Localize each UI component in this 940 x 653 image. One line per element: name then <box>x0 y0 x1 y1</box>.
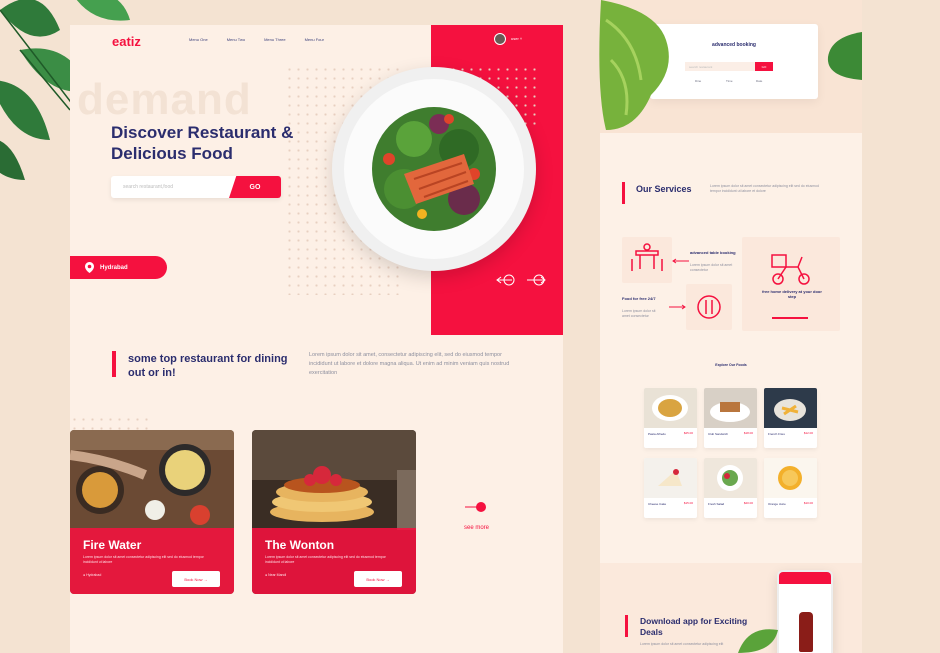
nav-menu-two[interactable]: Menu Two <box>227 37 245 42</box>
booking-label: Dine <box>695 79 702 83</box>
food-name: Cheese Cake <box>648 502 667 506</box>
prev-arrow-icon[interactable] <box>495 274 517 286</box>
service-text: Lorem ipsum dolor sit amet consectetur <box>622 309 656 318</box>
card-description: Lorem ipsum dolor sit amet consectetur a… <box>83 555 204 564</box>
nav-menu-three[interactable]: Menu Three <box>264 37 286 42</box>
explore-title: Explore Our Foods <box>715 363 747 367</box>
food-name: Pasta Alfredo <box>648 432 666 436</box>
section-title: some top restaurant for dining out or in… <box>128 353 288 379</box>
card-location: ● Hydrabad <box>83 573 102 577</box>
nav-menu-one[interactable]: Menu One <box>189 37 208 42</box>
section-accent-bar <box>622 182 625 204</box>
food-card[interactable]: Fresh Salad $20.00 <box>704 458 757 518</box>
food-card[interactable]: French Fries $12.00 <box>764 388 817 448</box>
phone-mockup <box>777 570 833 653</box>
food-image <box>704 388 757 428</box>
landing-page: eatiz Menu One Menu Two Menu Three Menu … <box>70 25 563 653</box>
service-tile[interactable]: free home delivery at your door step <box>742 237 840 331</box>
avatar[interactable] <box>494 33 506 45</box>
search-input[interactable] <box>123 184 223 190</box>
food-card[interactable]: Cheese Cake $15.00 <box>644 458 697 518</box>
section-accent-bar <box>625 615 628 637</box>
card-title: The Wonton <box>265 538 335 552</box>
book-now-button[interactable]: Book Now → <box>354 571 402 587</box>
food-price: $12.00 <box>803 431 813 435</box>
delivery-scooter-icon <box>771 254 810 285</box>
food-image <box>704 458 757 498</box>
section-accent-bar <box>112 351 116 377</box>
food-image <box>644 388 697 428</box>
main-nav: Menu One Menu Two Menu Three Menu Four <box>189 37 324 42</box>
food-name: French Fries <box>768 432 785 436</box>
see-more-arrow-icon[interactable] <box>463 501 489 513</box>
go-button[interactable]: GO <box>229 176 281 198</box>
salad-illustration <box>372 107 496 231</box>
hero-title: Discover Restaurant & Delicious Food <box>111 123 294 163</box>
food-image <box>764 388 817 428</box>
service-tile[interactable] <box>622 237 672 283</box>
location-pin-icon <box>85 262 94 273</box>
service-label: free home delivery at your door step <box>762 289 822 299</box>
nav-menu-four[interactable]: Menu Four <box>305 37 324 42</box>
lettuce-decoration <box>599 0 669 130</box>
table-booking-icon <box>631 243 663 271</box>
search-bar: GO <box>111 176 281 198</box>
food-card[interactable]: Pasta Alfredo $25.00 <box>644 388 697 448</box>
card-title: Fire Water <box>83 538 142 552</box>
booking-go-button[interactable]: GO <box>755 62 773 71</box>
food-name: Fresh Salad <box>708 502 725 506</box>
services-title: Our Services <box>636 184 692 194</box>
location-badge[interactable]: Hydrabad <box>70 256 167 279</box>
food-price: $15.00 <box>683 501 693 505</box>
food-name: Orange Juice <box>768 502 786 506</box>
location-label: Hydrabad <box>100 264 128 271</box>
leaf-decoration <box>827 32 862 80</box>
arrow-icon <box>672 258 689 264</box>
food-price: $25.00 <box>683 431 693 435</box>
logo[interactable]: eatiz <box>112 34 141 49</box>
book-now-button[interactable]: Book Now → <box>172 571 220 587</box>
service-tile[interactable] <box>686 284 732 330</box>
user-menu[interactable]: user ˅ <box>511 36 522 41</box>
food-price: $10.00 <box>803 501 813 505</box>
food-image <box>644 458 697 498</box>
section-text: Lorem ipsum dolor sit amet, consectetur … <box>309 352 510 376</box>
food-price: $18.00 <box>743 431 753 435</box>
see-more-link[interactable]: see more <box>464 525 489 531</box>
product-image <box>799 612 813 652</box>
service-label: advanced table booking <box>690 250 736 255</box>
restaurant-card[interactable]: The Wonton Lorem ipsum dolor sit amet co… <box>252 430 416 594</box>
leaf-decoration <box>738 629 778 653</box>
food-card[interactable]: Orange Juice $10.00 <box>764 458 817 518</box>
card-location: ● Near Mandi <box>265 573 287 577</box>
food-image <box>764 458 817 498</box>
booking-label: Date <box>756 79 763 83</box>
arrow-icon <box>669 304 686 310</box>
food-price: $20.00 <box>743 501 753 505</box>
booking-search-input[interactable]: search restaurant <box>685 62 755 71</box>
booking-label: Time <box>726 79 733 83</box>
download-text: Lorem ipsum dolor sit amet consectetur a… <box>640 642 724 646</box>
restaurant-card[interactable]: Fire Water Lorem ipsum dolor sit amet co… <box>70 430 234 594</box>
download-title: Download app for Exciting Deals <box>640 616 748 637</box>
food-card[interactable]: Club Sandwich $18.00 <box>704 388 757 448</box>
food-plate-image <box>332 67 536 271</box>
service-text: Lorem ipsum dolor sit amet consectetur <box>690 263 733 272</box>
services-intro: Lorem ipsum dolor sit amet consectetur a… <box>710 184 819 193</box>
next-arrow-icon[interactable] <box>525 274 547 286</box>
service-label: Food for free 24/7 <box>622 296 656 301</box>
hero-watermark: demand <box>77 75 252 124</box>
dining-plate-icon <box>697 295 721 319</box>
food-name: Club Sandwich <box>708 432 729 436</box>
card-description: Lorem ipsum dolor sit amet consectetur a… <box>265 555 386 564</box>
